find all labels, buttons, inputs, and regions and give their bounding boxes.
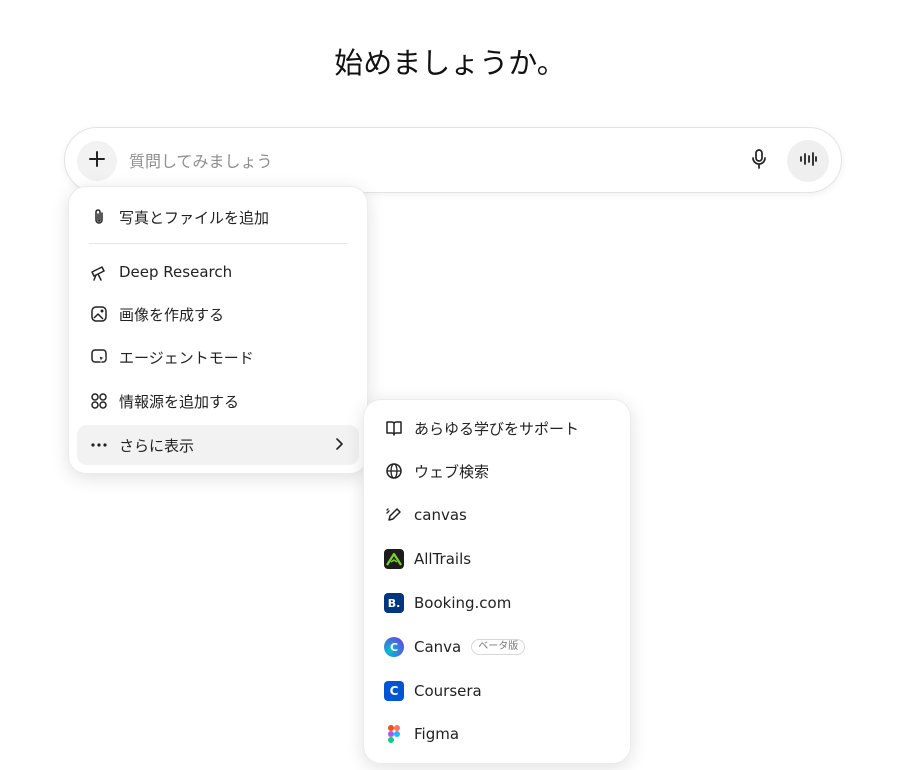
menu-item-add-photos-files[interactable]: 写真とファイルを追加 <box>77 197 359 237</box>
image-create-icon <box>89 304 109 324</box>
submenu-item-alltrails[interactable]: AllTrails <box>372 539 622 579</box>
alltrails-logo <box>384 549 404 569</box>
telescope-icon <box>89 262 109 282</box>
figma-logo <box>384 724 404 744</box>
menu-item-label: 写真とファイルを追加 <box>119 208 270 227</box>
menu-item-deep-research[interactable]: Deep Research <box>77 252 359 292</box>
menu-divider <box>89 243 347 244</box>
submenu-item-label: AllTrails <box>414 550 472 568</box>
menu-item-label: Deep Research <box>119 263 233 281</box>
chat-composer <box>64 127 842 193</box>
pen-icon <box>384 505 404 525</box>
menu-item-label: さらに表示 <box>119 436 195 455</box>
submenu-item-label: Canva <box>414 638 462 656</box>
submenu-item-coursera[interactable]: C Coursera <box>372 671 622 711</box>
prompt-input[interactable] <box>129 148 689 174</box>
menu-item-label: 情報源を追加する <box>119 392 240 411</box>
paperclip-icon <box>89 207 109 227</box>
canva-logo: C <box>384 637 404 657</box>
chevron-right-icon <box>335 435 345 457</box>
menu-item-show-more[interactable]: さらに表示 <box>77 425 359 465</box>
submenu-item-booking[interactable]: B. Booking.com <box>372 583 622 623</box>
submenu-item-label: Figma <box>414 725 460 743</box>
submenu-item-figma[interactable]: Figma <box>372 714 622 754</box>
menu-item-add-sources[interactable]: 情報源を追加する <box>77 381 359 421</box>
voice-waveform-icon <box>798 151 818 171</box>
menu-item-agent-mode[interactable]: エージェントモード <box>77 337 359 377</box>
submenu-item-label: Coursera <box>414 682 482 700</box>
plus-icon <box>88 150 106 172</box>
apps-grid-icon <box>89 391 109 411</box>
menu-item-label: エージェントモード <box>119 348 254 367</box>
book-icon <box>384 418 404 438</box>
more-dots-icon <box>89 435 109 455</box>
agent-cursor-icon <box>89 347 109 367</box>
beta-badge: ベータ版 <box>471 639 526 655</box>
globe-icon <box>384 461 404 481</box>
submenu-item-label: Booking.com <box>414 594 512 612</box>
coursera-logo: C <box>384 681 404 701</box>
attach-menu: 写真とファイルを追加 Deep Research 画像を作成する エージェントモ… <box>68 186 368 474</box>
submenu-item-label: あらゆる学びをサポート <box>414 419 580 438</box>
submenu-item-web-search[interactable]: ウェブ検索 <box>372 451 622 491</box>
dictate-button[interactable] <box>741 143 777 179</box>
page-title: 始めましょうか。 <box>334 46 566 80</box>
menu-item-label: 画像を作成する <box>119 305 225 324</box>
menu-item-create-image[interactable]: 画像を作成する <box>77 294 359 334</box>
voice-mode-button[interactable] <box>787 140 829 182</box>
add-button[interactable] <box>77 141 117 181</box>
submenu-item-label: ウェブ検索 <box>414 462 490 481</box>
submenu-item-canva[interactable]: C Canva ベータ版 <box>372 627 622 667</box>
more-tools-submenu: あらゆる学びをサポート ウェブ検索 canvas AllTrails B. Bo… <box>363 399 631 764</box>
submenu-item-study-support[interactable]: あらゆる学びをサポート <box>372 408 622 448</box>
submenu-item-label: canvas <box>414 506 467 524</box>
booking-logo: B. <box>384 593 404 613</box>
submenu-item-canvas[interactable]: canvas <box>372 495 622 535</box>
microphone-icon <box>750 149 768 173</box>
